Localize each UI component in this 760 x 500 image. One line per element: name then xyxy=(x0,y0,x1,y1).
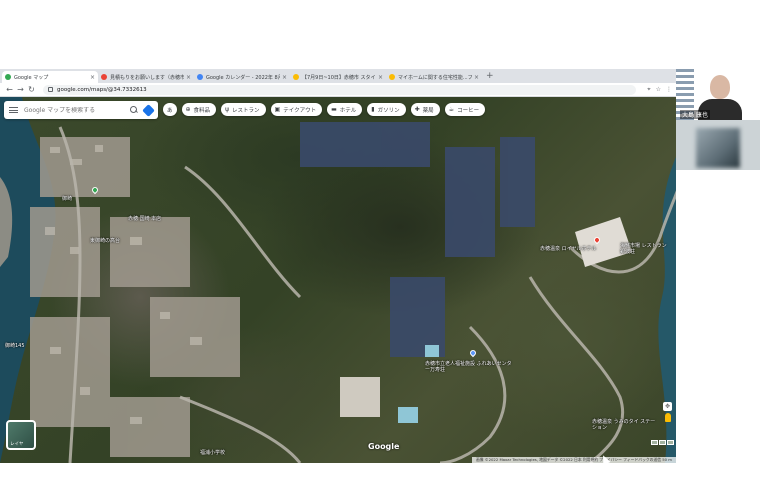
restaurant-icon: ψ xyxy=(225,106,230,113)
tab-title: Google カレンダー - 2022年 8月 19 xyxy=(206,74,280,81)
map-search-box xyxy=(4,101,158,119)
tab-google-maps[interactable]: Google マップ × xyxy=(2,71,98,83)
place-label-lodge[interactable]: 赤穂温泉 ロイヤルホテル xyxy=(540,245,596,252)
gas-icon: ▮ xyxy=(371,106,375,113)
chip-label: テイクアウト xyxy=(283,107,317,114)
chip-label: 食料品 xyxy=(193,107,211,114)
pharmacy-icon: ✚ xyxy=(414,106,420,113)
layers-button[interactable]: レイヤ xyxy=(6,420,36,450)
close-icon[interactable]: × xyxy=(282,74,287,81)
chip-label: あ xyxy=(167,107,173,114)
reload-button[interactable]: ↻ xyxy=(26,85,37,94)
star-icon[interactable]: ☆ xyxy=(656,86,661,93)
tab-title: Google マップ xyxy=(14,74,49,81)
tab-event[interactable]: 【7月9日~10日】赤穂市 スタイリッシュ × xyxy=(290,71,386,83)
chip-label: 薬局 xyxy=(422,107,434,114)
menu-dots-icon[interactable]: ⋮ xyxy=(666,86,672,93)
cart-icon: ⊕ xyxy=(185,106,191,113)
tab-title: 見積もりをお願いします（赤穂市か xyxy=(110,74,184,81)
map-controls: ✥ xyxy=(663,402,672,422)
place-label-restaurant[interactable]: 海鮮市場 レストラン 銀波荘 xyxy=(620,243,670,255)
close-icon[interactable]: × xyxy=(474,74,479,81)
map-imagery xyxy=(0,97,676,463)
chip-language[interactable]: あ xyxy=(163,103,177,116)
calendar-favicon-icon xyxy=(197,74,203,80)
browser-window: Google マップ × 見積もりをお願いします（赤穂市か × Google カ… xyxy=(0,69,676,463)
coffee-icon: ☕ xyxy=(448,106,455,113)
close-icon[interactable]: × xyxy=(186,74,191,81)
map-attribution: 画像 ©2022 Maxar Technologies, 地図データ ©2022… xyxy=(471,457,676,463)
search-icon[interactable] xyxy=(130,106,138,114)
lock-icon xyxy=(48,87,53,92)
layers-label: レイヤ xyxy=(10,442,24,447)
chip-pharmacy[interactable]: ✚ 薬局 xyxy=(410,103,440,116)
chip-coffee[interactable]: ☕ コーヒー xyxy=(444,103,486,116)
address-bar[interactable]: google.com/maps/@34.7332613 xyxy=(43,84,637,95)
tab-housing[interactable]: マイホームに関する住宅性能...フラン × xyxy=(386,71,482,83)
menu-icon[interactable] xyxy=(9,107,18,113)
directions-icon[interactable] xyxy=(142,103,155,117)
browser-toolbar: ← → ↻ google.com/maps/@34.7332613 ⌖ ☆ ⋮ xyxy=(0,83,676,97)
place-label-bus-stop[interactable]: 御崎145 xyxy=(5,342,25,349)
chip-label: レストラン xyxy=(232,107,260,114)
tab-bar: Google マップ × 見積もりをお願いします（赤穂市か × Google カ… xyxy=(0,69,676,83)
page-favicon-icon xyxy=(293,74,299,80)
google-logo: Google xyxy=(368,442,400,451)
place-label-house[interactable]: 赤穂温泉 うみのタイ ステーション xyxy=(592,419,657,431)
screen: Google マップ × 見積もりをお願いします（赤穂市か × Google カ… xyxy=(0,0,760,500)
chip-label: ガソリン xyxy=(377,107,400,114)
forward-button[interactable]: → xyxy=(15,85,26,94)
location-icon[interactable]: ⌖ xyxy=(647,86,650,94)
tab-title: マイホームに関する住宅性能...フラン xyxy=(398,74,472,81)
chip-label: コーヒー xyxy=(457,107,480,114)
search-input[interactable] xyxy=(24,106,127,114)
chip-takeout[interactable]: ▣ テイクアウト xyxy=(270,103,323,116)
place-label-park[interactable]: 東御崎の高台 xyxy=(90,237,120,244)
pegman-icon[interactable] xyxy=(664,413,671,422)
presenter-name: 大島 康也 xyxy=(680,110,710,119)
back-button[interactable]: ← xyxy=(4,85,15,94)
category-chips: あ ⊕ 食料品 ψ レストラン ▣ テイクアウト ▬ ホテル ▮ ガソリン ✚ … xyxy=(163,103,486,116)
url-text: google.com/maps/@34.7332613 xyxy=(57,86,147,93)
takeout-icon: ▣ xyxy=(274,106,281,113)
chip-groceries[interactable]: ⊕ 食料品 xyxy=(181,103,217,116)
page-favicon-icon xyxy=(389,74,395,80)
imagery-thumbnails[interactable] xyxy=(651,440,674,445)
close-icon[interactable]: × xyxy=(90,74,95,81)
tab-gmail[interactable]: 見積もりをお願いします（赤穂市か × xyxy=(98,71,194,83)
chip-hotels[interactable]: ▬ ホテル xyxy=(327,103,363,116)
video-tile-presenter[interactable]: 大島 康也 xyxy=(676,69,760,120)
chip-restaurants[interactable]: ψ レストラン xyxy=(221,103,266,116)
gmail-favicon-icon xyxy=(101,74,107,80)
place-label-resort[interactable]: 赤穂市立老人福祉施設 ふれあいセンター万寿荘 xyxy=(425,361,515,373)
video-tile-participant[interactable] xyxy=(676,120,760,170)
place-label-school[interactable]: 福浦小学校 xyxy=(200,449,225,456)
participant-avatar xyxy=(696,128,740,168)
satellite-map[interactable]: あ ⊕ 食料品 ψ レストラン ▣ テイクアウト ▬ ホテル xyxy=(0,97,676,463)
tab-calendar[interactable]: Google カレンダー - 2022年 8月 19 × xyxy=(194,71,290,83)
chip-gas[interactable]: ▮ ガソリン xyxy=(367,103,406,116)
close-icon[interactable]: × xyxy=(378,74,383,81)
maps-favicon-icon xyxy=(5,74,11,80)
hotel-icon: ▬ xyxy=(331,106,337,113)
tab-title: 【7月9日~10日】赤穂市 スタイリッシュ xyxy=(302,74,376,81)
place-label-shop[interactable]: 赤穂 国崎 本店 xyxy=(128,215,161,222)
new-tab-button[interactable]: + xyxy=(486,71,494,81)
compass-icon[interactable]: ✥ xyxy=(663,402,672,411)
place-label-shrine[interactable]: 御崎 xyxy=(62,195,72,202)
chip-label: ホテル xyxy=(339,107,357,114)
